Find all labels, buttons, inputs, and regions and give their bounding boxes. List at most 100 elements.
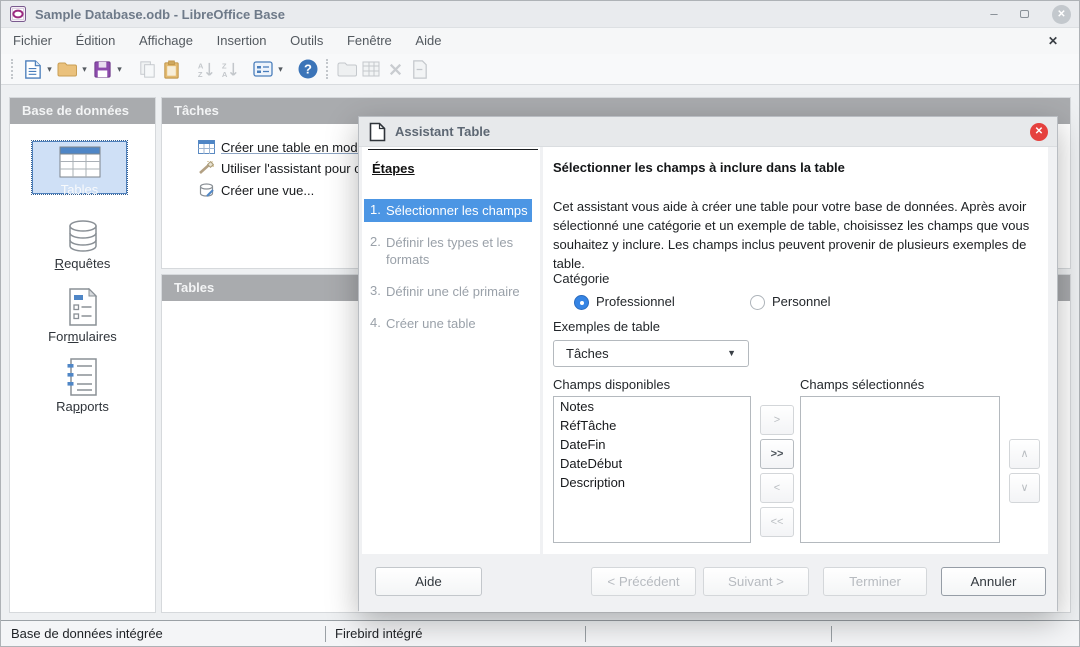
step-4-create-table[interactable]: 4. Créer une table [364, 312, 532, 335]
list-item[interactable]: DateDébut [554, 454, 750, 473]
sidebar-item-queries[interactable]: Requêtes [10, 219, 155, 271]
minimize-button[interactable]: – [979, 1, 1009, 28]
finish-button[interactable]: Terminer [823, 567, 927, 596]
application-window: Sample Database.odb - LibreOffice Base –… [0, 0, 1080, 647]
add-all-fields-button[interactable]: >> [760, 439, 794, 469]
task-create-view[interactable]: Créer une vue... [198, 181, 314, 199]
titlebar: Sample Database.odb - LibreOffice Base –… [1, 1, 1079, 28]
toolbar-grip-icon [11, 59, 14, 79]
dialog-button-row: Aide < Précédent Suivant > Terminer Annu… [359, 554, 1057, 612]
table-examples-value: Tâches [566, 346, 609, 361]
remove-all-fields-button[interactable]: << [760, 507, 794, 537]
remove-field-button[interactable]: < [760, 473, 794, 503]
selected-fields-list[interactable] [800, 396, 1000, 543]
available-fields-list[interactable]: Notes RéfTâche DateFin DateDébut Descrip… [553, 396, 751, 543]
task-use-wizard[interactable]: Utiliser l'assistant pour cr [198, 159, 365, 177]
sidebar-item-label: Rapports [10, 399, 155, 414]
list-item[interactable]: DateFin [554, 435, 750, 454]
steps-panel: Étapes 1. Sélectionner les champs 2. Déf… [362, 147, 540, 554]
menu-fichier[interactable]: Fichier [3, 28, 62, 54]
menu-aide[interactable]: Aide [405, 28, 451, 54]
wizard-page: Sélectionner les champs à inclure dans l… [543, 147, 1048, 554]
menu-edition[interactable]: Édition [66, 28, 126, 54]
task-create-table-design[interactable]: Créer une table en mode [198, 138, 365, 156]
libreoffice-base-icon [10, 6, 26, 22]
list-item[interactable]: Notes [554, 397, 750, 416]
window-title: Sample Database.odb - LibreOffice Base [35, 1, 285, 28]
page-heading: Sélectionner les champs à inclure dans l… [553, 160, 845, 175]
document-close-icon[interactable]: ✕ [1043, 31, 1063, 51]
open-dropdown-caret-icon[interactable]: ▾ [79, 64, 90, 75]
dialog-document-icon [369, 122, 386, 142]
add-field-button[interactable]: > [760, 405, 794, 435]
help-icon[interactable]: ? [296, 57, 320, 81]
menubar: Fichier Édition Affichage Insertion Outi… [1, 28, 1079, 54]
table-wizard-dialog: Assistant Table ✕ Étapes 1. Sélectionner… [358, 116, 1058, 611]
menu-affichage[interactable]: Affichage [129, 28, 203, 54]
sidebar-item-tables[interactable]: Tables [32, 141, 127, 194]
steps-divider [368, 149, 538, 150]
next-button[interactable]: Suivant > [703, 567, 809, 596]
svg-text:?: ? [304, 62, 312, 77]
sidebar-item-label: Formulaires [10, 329, 155, 344]
step-1-select-fields[interactable]: 1. Sélectionner les champs [364, 199, 532, 222]
steps-title: Étapes [372, 161, 415, 176]
available-fields-label: Champs disponibles [553, 377, 670, 392]
table-icon [198, 140, 215, 154]
move-up-button[interactable]: ∧ [1009, 439, 1040, 469]
copy-icon[interactable] [135, 57, 159, 81]
help-button[interactable]: Aide [375, 567, 482, 596]
previous-button[interactable]: < Précédent [591, 567, 696, 596]
statusbar-database-type: Base de données intégrée [1, 621, 325, 647]
toolbar-grip-icon [326, 59, 329, 79]
database-sidebar: Base de données Tables Requêtes [9, 97, 156, 613]
radio-professional[interactable] [574, 295, 589, 310]
paste-icon[interactable] [159, 57, 183, 81]
close-button[interactable]: ✕ [1052, 5, 1071, 24]
new-document-icon[interactable] [20, 57, 44, 81]
list-item[interactable]: Description [554, 473, 750, 492]
menu-fenetre[interactable]: Fenêtre [337, 28, 402, 54]
sort-ascending-icon[interactable]: AZ [193, 57, 217, 81]
table-object-icon[interactable] [359, 57, 383, 81]
save-icon[interactable] [90, 57, 114, 81]
statusbar-cell [585, 621, 831, 647]
sort-descending-icon[interactable]: ZA [217, 57, 241, 81]
dialog-close-button[interactable]: ✕ [1030, 123, 1048, 141]
rename-document-icon[interactable] [407, 57, 431, 81]
dialog-titlebar: Assistant Table ✕ [359, 117, 1057, 147]
category-label: Catégorie [553, 271, 609, 286]
table-examples-label: Exemples de table [553, 319, 660, 334]
svg-text:Z: Z [197, 70, 202, 79]
radio-personal-label: Personnel [772, 294, 831, 309]
save-dropdown-caret-icon[interactable]: ▾ [114, 64, 125, 75]
list-item[interactable]: RéfTâche [554, 416, 750, 435]
new-dropdown-caret-icon[interactable]: ▾ [44, 64, 55, 75]
form-dropdown-caret-icon[interactable]: ▾ [275, 64, 286, 75]
radio-professional-label: Professionnel [596, 294, 675, 309]
create-view-icon [198, 183, 215, 198]
restore-button[interactable] [1009, 1, 1039, 28]
sidebar-item-reports[interactable]: Rapports [10, 358, 155, 414]
statusbar-cell [831, 621, 1080, 647]
wizard-wand-icon [198, 161, 215, 175]
cancel-button[interactable]: Annuler [941, 567, 1046, 596]
delete-icon[interactable] [383, 57, 407, 81]
open-database-object-icon[interactable] [335, 57, 359, 81]
sidebar-item-forms[interactable]: Formulaires [10, 288, 155, 344]
move-down-button[interactable]: ∨ [1009, 473, 1040, 503]
radio-personal[interactable] [750, 295, 765, 310]
form-view-icon[interactable] [251, 57, 275, 81]
reports-icon [66, 358, 100, 396]
sidebar-header: Base de données [10, 98, 155, 124]
step-3-primary-key[interactable]: 3. Définir une clé primaire [364, 280, 532, 303]
menu-insertion[interactable]: Insertion [207, 28, 277, 54]
svg-text:A: A [221, 70, 227, 79]
tables-icon [59, 146, 101, 178]
table-examples-select[interactable]: Tâches ▼ [553, 340, 749, 367]
open-icon[interactable] [55, 57, 79, 81]
step-2-set-types[interactable]: 2. Définir les types et les formats [364, 231, 532, 271]
menu-outils[interactable]: Outils [280, 28, 333, 54]
sidebar-item-label: Requêtes [10, 256, 155, 271]
selected-fields-label: Champs sélectionnés [800, 377, 924, 392]
